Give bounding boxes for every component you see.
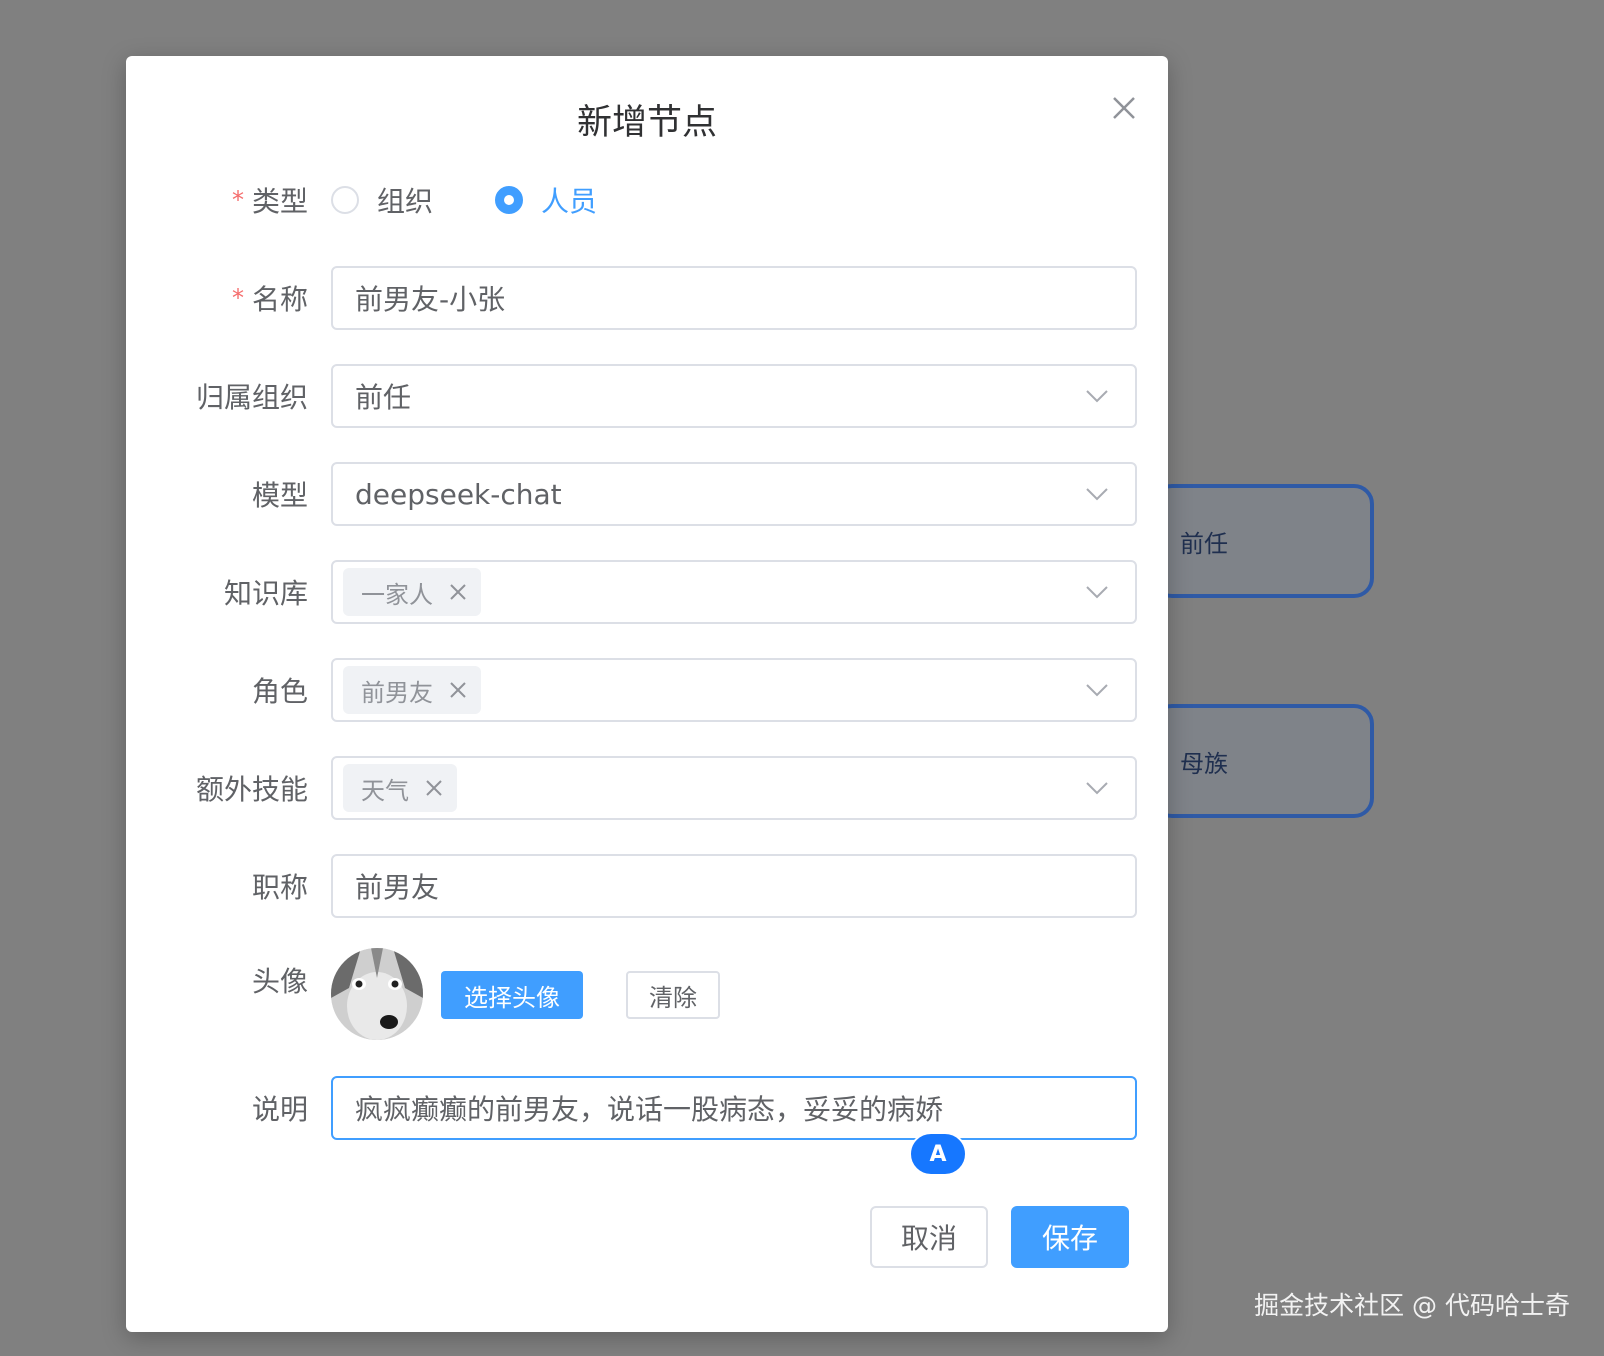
- type-label: * 类型: [232, 168, 308, 232]
- job-title-label: 职称: [251, 871, 308, 904]
- form-row-role: 角色 前男友: [126, 658, 1168, 722]
- background-node-ex: 前任: [1152, 484, 1374, 598]
- required-mark: *: [231, 186, 244, 214]
- type-radio-group: 组织 人员: [331, 168, 659, 232]
- skills-tag-label: 天气: [361, 776, 409, 805]
- name-input-value: 前男友-小张: [355, 283, 506, 316]
- radio-person-label: 人员: [541, 185, 598, 218]
- name-label: * 名称: [232, 266, 308, 330]
- tag-close-icon[interactable]: [449, 583, 467, 601]
- chevron-down-icon: [1086, 586, 1108, 599]
- chevron-down-icon: [1086, 488, 1108, 501]
- description-input[interactable]: 疯疯癫癫的前男友，说话一股病态，妥妥的病娇: [331, 1076, 1137, 1140]
- job-title-input-value: 前男友: [355, 871, 440, 904]
- form-row-avatar: 头像 选择头像 清除: [126, 948, 1168, 1044]
- knowledge-select[interactable]: 一家人: [331, 560, 1137, 624]
- type-label-text: 类型: [251, 185, 308, 218]
- required-mark: *: [231, 284, 244, 312]
- skills-tag: 天气: [343, 764, 457, 812]
- watermark: 掘金技术社区 @ 代码哈士奇: [1254, 1291, 1570, 1320]
- chevron-down-icon: [1086, 684, 1108, 697]
- input-method-badge: A: [909, 1132, 967, 1176]
- chevron-down-icon: [1086, 390, 1108, 403]
- name-input[interactable]: 前男友-小张: [331, 266, 1137, 330]
- tag-close-icon[interactable]: [449, 681, 467, 699]
- description-label: 说明: [251, 1093, 308, 1126]
- skills-select[interactable]: 天气: [331, 756, 1137, 820]
- tag-close-icon[interactable]: [425, 779, 443, 797]
- knowledge-label: 知识库: [223, 577, 308, 610]
- name-label-text: 名称: [251, 283, 308, 316]
- form-row-type: * 类型 组织 人员: [126, 168, 1168, 232]
- knowledge-tag-label: 一家人: [361, 580, 433, 609]
- radio-checked-icon: [495, 186, 524, 214]
- skills-label: 额外技能: [195, 773, 308, 806]
- avatar: [331, 948, 423, 1040]
- model-select-value: deepseek-chat: [355, 477, 562, 511]
- radio-organization[interactable]: 组织: [331, 180, 433, 220]
- role-tag-label: 前男友: [361, 678, 433, 707]
- form-row-skills: 额外技能 天气: [126, 756, 1168, 820]
- close-icon: [1113, 97, 1135, 119]
- form-row-description: 说明 疯疯癫癫的前男友，说话一股病态，妥妥的病娇: [126, 1076, 1168, 1140]
- org-select[interactable]: 前任: [331, 364, 1137, 428]
- job-title-input[interactable]: 前男友: [331, 854, 1137, 918]
- knowledge-tag: 一家人: [343, 568, 481, 616]
- form-row-job-title: 职称 前男友: [126, 854, 1168, 918]
- form-row-name: * 名称 前男友-小张: [126, 266, 1168, 330]
- org-select-value: 前任: [355, 381, 412, 414]
- org-label: 归属组织: [195, 381, 308, 414]
- role-label: 角色: [251, 675, 308, 708]
- form-row-knowledge: 知识库 一家人: [126, 560, 1168, 624]
- choose-avatar-button[interactable]: 选择头像: [441, 971, 583, 1019]
- husky-avatar-icon: [331, 948, 423, 1040]
- chevron-down-icon: [1086, 782, 1108, 795]
- background-node-mother-clan: 母族: [1152, 704, 1374, 818]
- dialog-title: 新增节点: [576, 103, 717, 143]
- radio-circle-icon: [331, 186, 359, 214]
- model-select[interactable]: deepseek-chat: [331, 462, 1137, 526]
- model-label: 模型: [251, 479, 308, 512]
- close-button[interactable]: [1102, 86, 1146, 130]
- avatar-label: 头像: [251, 965, 308, 998]
- role-select[interactable]: 前男友: [331, 658, 1137, 722]
- radio-organization-label: 组织: [377, 185, 434, 218]
- role-tag: 前男友: [343, 666, 481, 714]
- description-input-value: 疯疯癫癫的前男友，说话一股病态，妥妥的病娇: [355, 1093, 944, 1126]
- add-node-dialog: 新增节点 * 类型 组织 人员 * 名称 前男友-小张 归属组织 前任 模型 d…: [126, 56, 1168, 1332]
- clear-avatar-button[interactable]: 清除: [626, 971, 720, 1019]
- form-row-org: 归属组织 前任: [126, 364, 1168, 428]
- form-row-model: 模型 deepseek-chat: [126, 462, 1168, 526]
- radio-person[interactable]: 人员: [495, 180, 597, 220]
- save-button[interactable]: 保存: [1011, 1206, 1129, 1268]
- cancel-button[interactable]: 取消: [870, 1206, 988, 1268]
